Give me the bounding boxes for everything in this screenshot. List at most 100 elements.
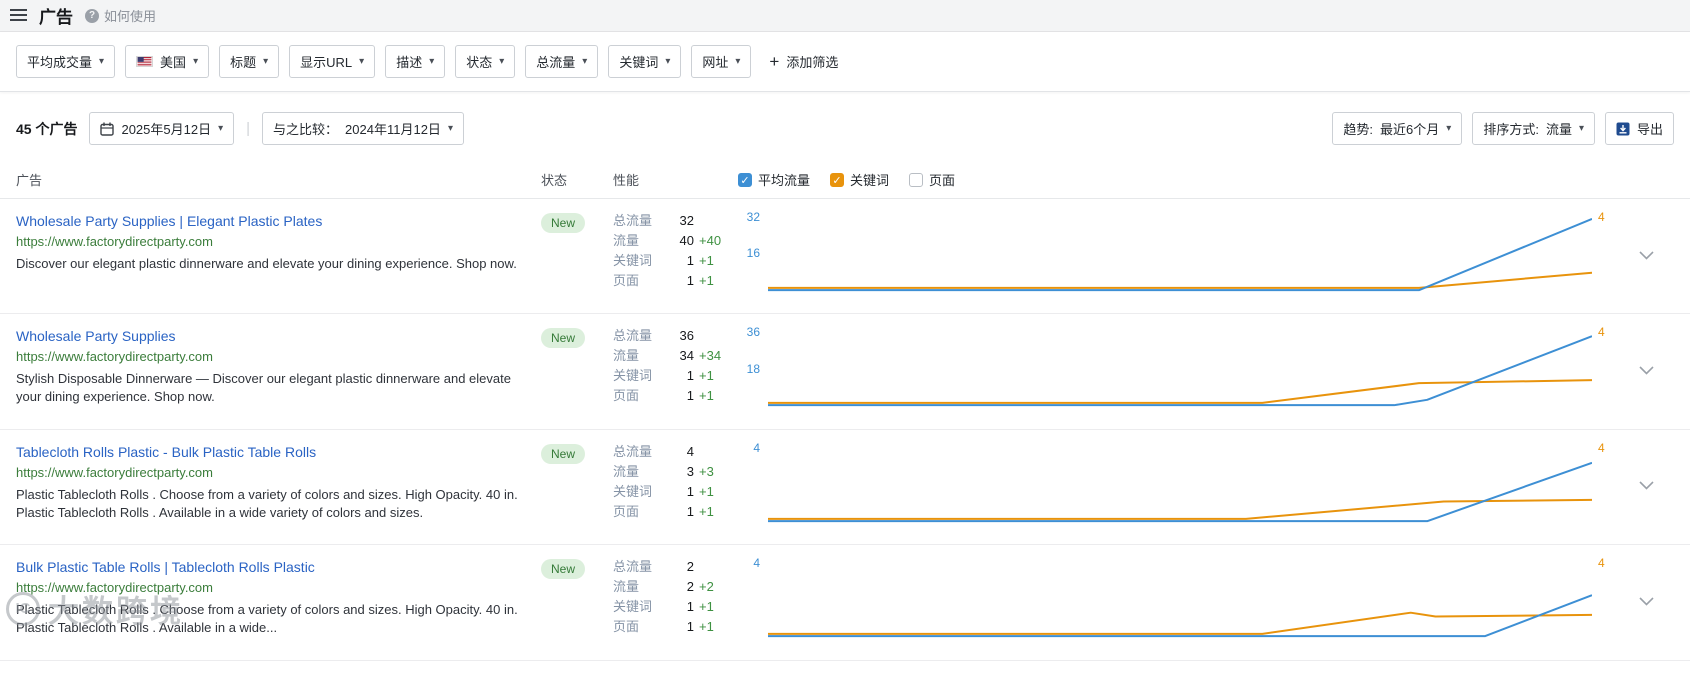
expand-row-button[interactable]	[1618, 324, 1674, 416]
metric-value: 1	[686, 388, 694, 404]
toggle-label: 平均流量	[758, 173, 811, 188]
filter-bar: 平均成交量 ▾ 美国 ▾ 标题 ▾ 显示URL ▾ 描述 ▾ 状态 ▾ 总流量 …	[0, 32, 1690, 92]
filter-dropdown[interactable]: 状态 ▾	[455, 45, 516, 78]
metric-line: 流量 2 +2	[613, 577, 731, 597]
filter-label: 网址	[702, 55, 729, 70]
us-flag-icon	[136, 56, 154, 67]
ad-title-link[interactable]: Bulk Plastic Table Rolls | Tablecloth Ro…	[16, 557, 315, 577]
metric-line: 页面 1 +1	[613, 271, 731, 291]
filter-dropdown[interactable]: 网址 ▾	[691, 45, 752, 78]
ads-list: Wholesale Party Supplies | Elegant Plast…	[0, 199, 1690, 661]
chart-left-axis: 32 16	[746, 210, 760, 261]
chart-right-axis: 4	[1598, 440, 1605, 455]
filter-dropdown[interactable]: 平均成交量 ▾	[16, 45, 116, 78]
metric-value: 1	[686, 368, 694, 384]
chevron-down-icon	[1638, 251, 1654, 260]
chevron-down-icon: ▾	[99, 55, 105, 67]
divider: |	[246, 120, 251, 137]
trend-chart-cell: 32 16 4	[738, 209, 1618, 301]
results-toolbar: 45 个广告 2025年5月12日 ▾ | 与之比较： 2024年11月12日 …	[0, 92, 1690, 161]
ad-title-link[interactable]: Wholesale Party Supplies | Elegant Plast…	[16, 211, 322, 231]
ad-display-url: https://www.factorydirectparty.com	[16, 234, 213, 249]
checkbox-icon	[909, 172, 924, 187]
ad-row: Tablecloth Rolls Plastic - Bulk Plastic …	[0, 430, 1690, 546]
series-toggle[interactable]: ✓ 关键词	[830, 170, 889, 189]
metric-line: 总流量 36	[613, 326, 731, 346]
filter-dropdown[interactable]: 显示URL ▾	[289, 45, 376, 78]
sort-value: 流量	[1545, 122, 1572, 137]
trend-chart	[768, 557, 1592, 639]
metric-delta: +1	[699, 599, 714, 615]
metric-label: 流量	[613, 233, 640, 248]
metric-line: 流量 3 +3	[613, 462, 731, 482]
trend-chart-cell: 36 18 4	[738, 324, 1618, 416]
chevron-down-icon: ▾	[218, 122, 224, 134]
ad-title-link[interactable]: Wholesale Party Supplies	[16, 326, 176, 346]
chevron-down-icon: ▾	[429, 55, 435, 67]
export-button[interactable]: 导出	[1604, 112, 1674, 145]
trend-chart	[768, 326, 1592, 408]
series-toggle[interactable]: 页面	[909, 170, 955, 189]
chevron-down-icon: ▾	[263, 55, 269, 67]
metric-delta: +2	[699, 579, 714, 595]
filter-dropdown[interactable]: 描述 ▾	[385, 45, 446, 78]
table-header: 广告 状态 性能 ✓ 平均流量 ✓ 关键词 页面	[0, 161, 1690, 199]
filter-label: 标题	[230, 55, 257, 70]
metric-label: 总流量	[613, 213, 653, 228]
question-icon: ?	[85, 8, 99, 23]
ads-count: 45 个广告	[16, 120, 78, 137]
ad-display-url: https://www.factorydirectparty.com	[16, 580, 213, 596]
metric-label: 页面	[613, 503, 640, 519]
expand-row-button[interactable]	[1618, 555, 1674, 647]
trend-dropdown[interactable]: 趋势: 最近6个月 ▾	[1332, 112, 1463, 145]
ad-title-link[interactable]: Tablecloth Rolls Plastic - Bulk Plastic …	[16, 442, 316, 462]
metric-delta: +1	[699, 253, 714, 268]
ad-cell: Bulk Plastic Table Rolls | Tablecloth Ro…	[16, 555, 541, 647]
help-link[interactable]: ? 如何使用	[85, 6, 156, 25]
date-picker[interactable]: 2025年5月12日 ▾	[89, 112, 235, 145]
chevron-down-icon	[1638, 366, 1654, 375]
status-cell: New	[541, 324, 613, 416]
expand-row-button[interactable]	[1618, 440, 1674, 532]
metric-label: 流量	[613, 463, 640, 479]
filter-dropdown[interactable]: 总流量 ▾	[525, 45, 599, 78]
menu-icon[interactable]	[10, 9, 27, 22]
status-badge: New	[541, 443, 586, 464]
chevron-down-icon: ▾	[1446, 122, 1452, 134]
metric-line: 关键词 1 +1	[613, 597, 731, 617]
filter-dropdown[interactable]: 标题 ▾	[219, 45, 280, 78]
compare-date-picker[interactable]: 与之比较： 2024年11月12日 ▾	[262, 112, 464, 145]
expand-row-button[interactable]	[1618, 209, 1674, 301]
chevron-down-icon: ▾	[735, 55, 741, 67]
chart-right-axis: 4	[1598, 325, 1605, 340]
plus-icon: +	[769, 52, 780, 71]
checkbox-icon: ✓	[738, 172, 752, 187]
metric-label: 关键词	[613, 368, 653, 384]
filter-dropdown[interactable]: 美国 ▾	[125, 45, 210, 78]
metric-delta: +1	[699, 503, 714, 519]
chevron-down-icon	[1638, 597, 1654, 606]
export-icon	[1616, 122, 1630, 136]
metric-line: 页面 1 +1	[613, 617, 731, 637]
toggle-label: 页面	[929, 173, 956, 188]
metric-line: 总流量 2	[613, 557, 731, 577]
chevron-down-icon: ▾	[499, 55, 505, 67]
trend-chart	[768, 442, 1592, 524]
page-title: 广告	[39, 8, 73, 27]
ad-cell: Tablecloth Rolls Plastic - Bulk Plastic …	[16, 440, 541, 532]
series-toggle[interactable]: ✓ 平均流量	[738, 170, 810, 189]
status-badge: New	[541, 559, 586, 580]
metric-value: 3	[686, 463, 694, 479]
topbar: 广告 ? 如何使用	[0, 0, 1690, 32]
status-cell: New	[541, 555, 613, 647]
metric-line: 关键词 1 +1	[613, 251, 731, 271]
filter-dropdown[interactable]: 关键词 ▾	[608, 45, 682, 78]
add-filter-button[interactable]: + 添加筛选	[769, 52, 838, 71]
sort-dropdown[interactable]: 排序方式: 流量 ▾	[1472, 112, 1595, 145]
date-value: 2025年5月12日	[121, 122, 212, 137]
metric-line: 流量 34 +34	[613, 346, 731, 366]
calendar-icon	[100, 122, 115, 136]
ad-description: Plastic Tablecloth Rolls . Choose from a…	[16, 486, 518, 520]
metric-delta: +40	[699, 233, 722, 248]
ad-cell: Wholesale Party Supplies | Elegant Plast…	[16, 209, 541, 301]
